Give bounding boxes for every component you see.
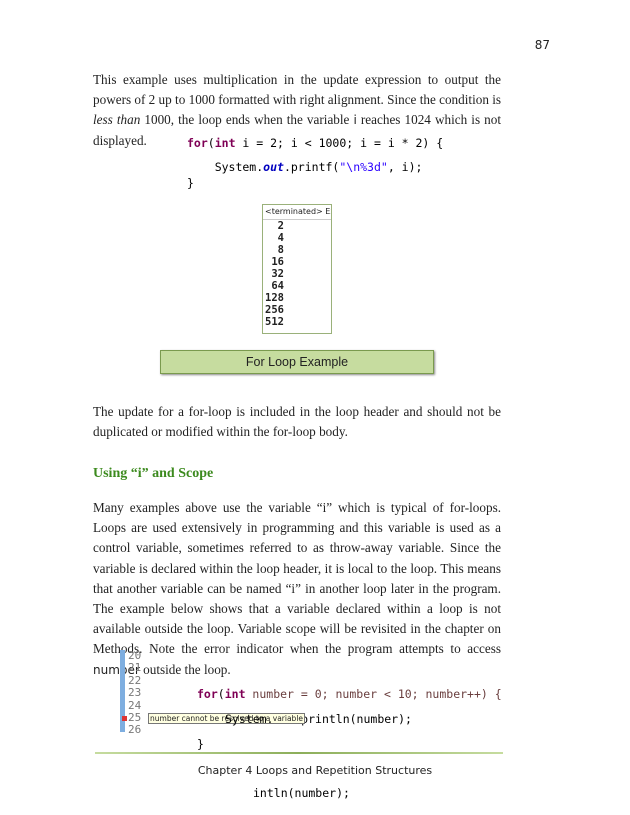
t: number = 0; number < 10; number++) { bbox=[245, 687, 502, 702]
console-line: 2 bbox=[277, 220, 284, 232]
text: This example uses multiplication in the … bbox=[93, 72, 502, 108]
t: ( bbox=[207, 136, 215, 150]
line-number: 21 bbox=[128, 661, 142, 675]
console-header: <terminated> Ex_ bbox=[263, 205, 331, 220]
ide-code: for(int number = 0; number < 10; number+… bbox=[197, 651, 502, 812]
figure-caption: For Loop Example bbox=[160, 350, 434, 374]
console-line: 32 bbox=[271, 268, 284, 280]
kw: for bbox=[197, 687, 218, 702]
kw: int bbox=[224, 687, 246, 702]
paragraph-update: The update for a for-loop is included in… bbox=[93, 404, 501, 440]
page-number: 87 bbox=[534, 38, 550, 52]
console-output: <terminated> Ex_ 248163264128256512 bbox=[262, 204, 332, 334]
ide-code-screenshot: 20 21 22 23 24 25 26 for(int number = 0; numbe… bbox=[120, 649, 520, 800]
t: System. bbox=[187, 160, 264, 174]
error-icon[interactable] bbox=[122, 716, 127, 721]
footer: Chapter 4 Loops and Repetition Structure… bbox=[197, 764, 433, 777]
line-number: 23 bbox=[128, 686, 142, 700]
t: } bbox=[187, 176, 194, 190]
t: .println(number); bbox=[294, 712, 412, 727]
console-line: 128 bbox=[265, 292, 284, 304]
kw: for bbox=[187, 136, 208, 150]
code-snippet: for(int i = 2; i < 1000; i = i * 2) { Sy… bbox=[187, 135, 443, 191]
t: , i); bbox=[387, 160, 423, 174]
line-numbers: 20 21 22 23 24 25 26 bbox=[128, 649, 142, 737]
console-line: 256 bbox=[265, 304, 284, 316]
t: intln(number); bbox=[253, 786, 350, 801]
console-line: 512 bbox=[265, 316, 284, 328]
text: 1000, the loop ends when the variable bbox=[140, 112, 354, 128]
text: Many examples above use the variable “i”… bbox=[93, 500, 501, 657]
emphasis: less than bbox=[93, 112, 141, 128]
console-line: 16 bbox=[271, 256, 284, 268]
t: "\n%3d" bbox=[339, 160, 388, 174]
console-line: 64 bbox=[271, 280, 284, 292]
t: .printf( bbox=[283, 160, 340, 174]
t: out bbox=[263, 160, 284, 174]
kw: int bbox=[214, 136, 236, 150]
footer-divider bbox=[95, 752, 503, 754]
page: 87 This example uses multiplication in t… bbox=[0, 0, 630, 815]
t: } bbox=[197, 736, 204, 751]
section-heading: Using “i” and Scope bbox=[93, 466, 214, 481]
console-line: 4 bbox=[277, 232, 284, 244]
t: i = 2; i < 1000; i = i * 2) { bbox=[235, 136, 444, 150]
t: System. bbox=[225, 712, 274, 727]
console-line: 8 bbox=[277, 244, 284, 256]
t: ( bbox=[217, 687, 225, 702]
line-number: 26 bbox=[128, 723, 142, 737]
